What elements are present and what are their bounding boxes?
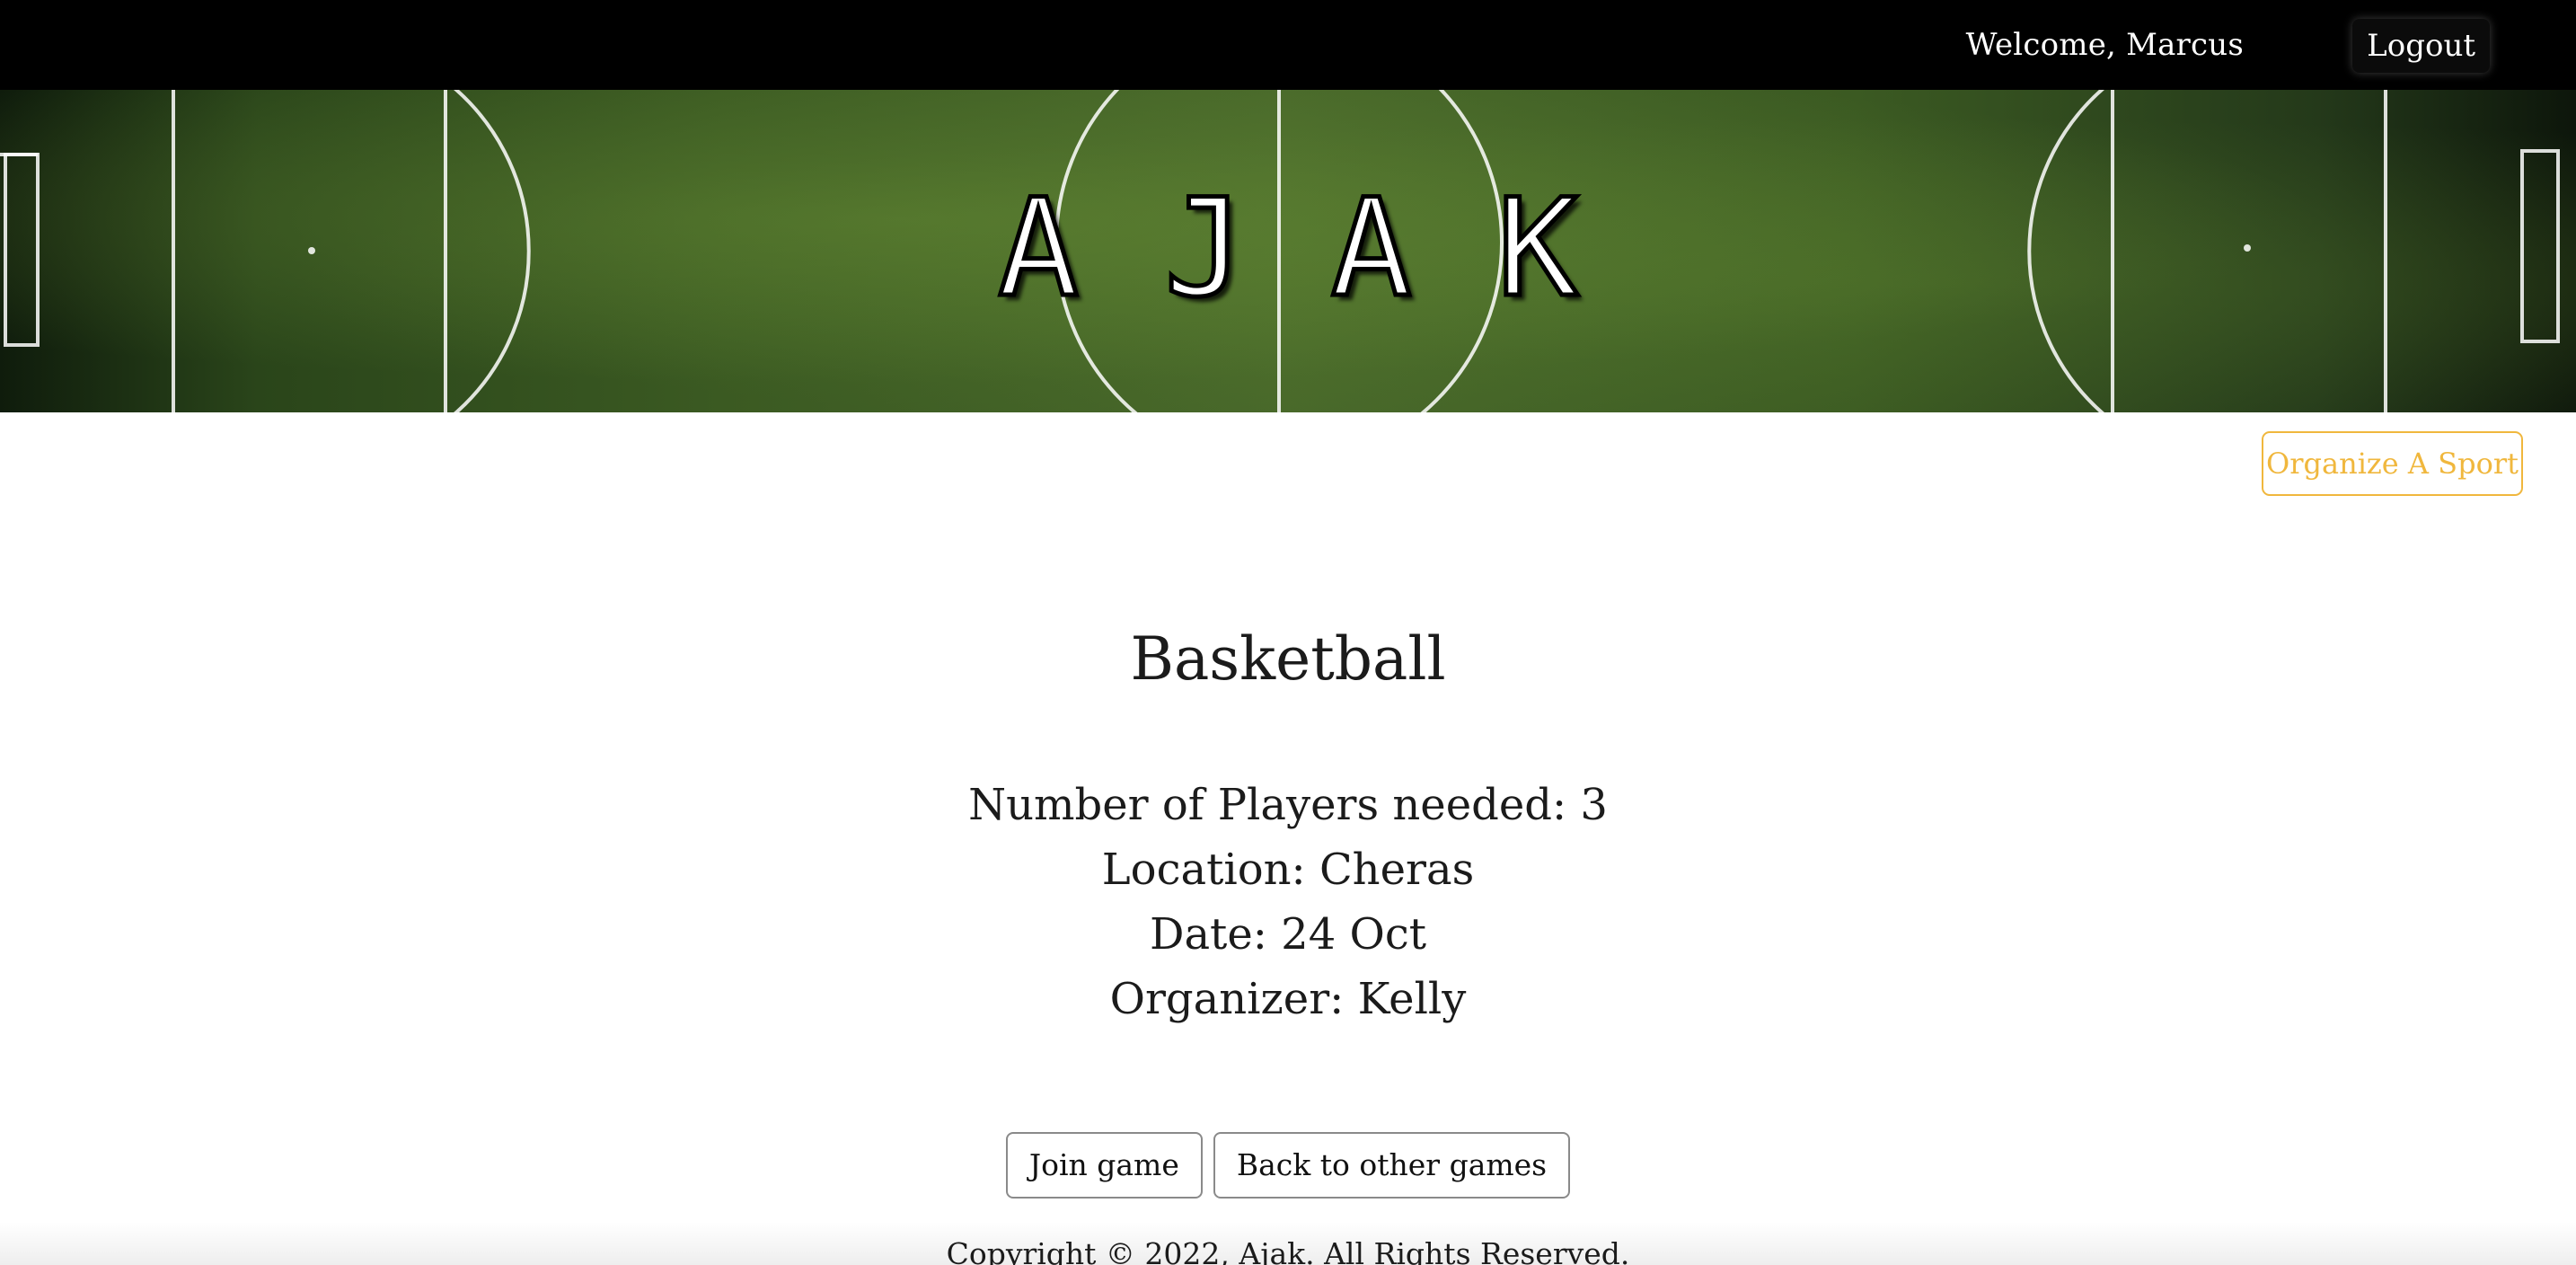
page: Welcome, Marcus Logout AJAK Organize A S… bbox=[0, 0, 2576, 1265]
game-details: Number of Players needed: 3 Location: Ch… bbox=[0, 773, 2576, 1031]
location-text: Location: Cheras bbox=[1101, 845, 1475, 895]
organizer-text: Organizer: Kelly bbox=[1109, 974, 1467, 1024]
organize-sport-button[interactable]: Organize A Sport bbox=[2262, 431, 2523, 496]
logout-button[interactable]: Logout bbox=[2352, 19, 2490, 73]
footer-copyright: Copyright © 2022, Ajak. All Rights Reser… bbox=[946, 1236, 1630, 1265]
game-actions: Join game Back to other games bbox=[0, 1132, 2576, 1199]
hero-banner: AJAK bbox=[0, 90, 2576, 412]
date-text: Date: 24 Oct bbox=[1149, 909, 1427, 960]
welcome-text: Welcome, Marcus bbox=[1965, 27, 2244, 63]
top-nav-bar: Welcome, Marcus Logout bbox=[0, 0, 2576, 90]
join-game-button[interactable]: Join game bbox=[1005, 1132, 1203, 1199]
back-to-games-button[interactable]: Back to other games bbox=[1213, 1132, 1571, 1199]
brand-title: AJAK bbox=[995, 169, 1664, 330]
game-title: Basketball bbox=[1130, 624, 1446, 694]
players-needed-text: Number of Players needed: 3 bbox=[968, 780, 1608, 830]
